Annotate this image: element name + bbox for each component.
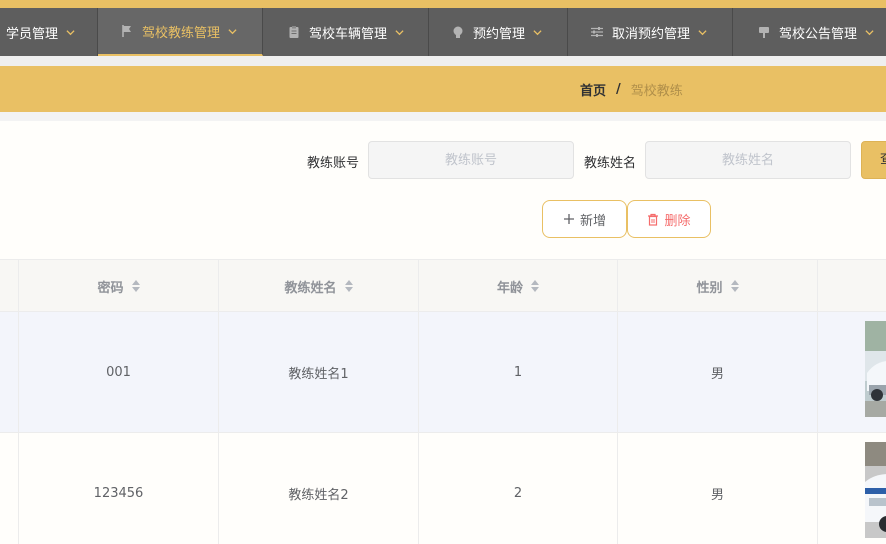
chevron-down-icon	[533, 29, 542, 35]
column-header-label: 教练姓名	[284, 280, 337, 296]
sort-icon[interactable]	[730, 280, 739, 292]
clipboard-icon	[289, 26, 299, 38]
column-header-label: 密码	[97, 280, 124, 296]
delete-button[interactable]: 删除	[627, 200, 711, 238]
chevron-down-icon	[698, 29, 707, 35]
column-header-select	[0, 260, 19, 312]
breadcrumb-bar: 首页 / 驾校教练	[0, 66, 886, 112]
coach-photo-thumbnail[interactable]	[865, 442, 886, 538]
select-cell	[0, 312, 19, 432]
flag-icon	[122, 25, 131, 37]
top-accent-strip	[0, 0, 886, 8]
delete-button-label: 删除	[664, 213, 691, 229]
age-cell: 2	[419, 433, 618, 544]
breadcrumb: 首页 / 驾校教练	[580, 66, 683, 112]
nav-item-vehicle-management[interactable]: 驾校车辆管理	[263, 8, 429, 56]
trash-icon	[648, 213, 659, 226]
breadcrumb-home-link[interactable]: 首页	[580, 80, 606, 99]
sort-icon[interactable]	[531, 280, 539, 292]
column-header-age[interactable]: 年龄	[419, 260, 618, 312]
nav-item-announcement-management[interactable]: 驾校公告管理	[733, 8, 886, 56]
add-button[interactable]: 新增	[542, 200, 627, 238]
gender-cell: 男	[618, 433, 818, 544]
nav-item-booking-management[interactable]: 预约管理	[429, 8, 568, 56]
column-header-label: 年龄	[496, 280, 523, 296]
search-button[interactable]: 查询	[861, 141, 886, 179]
chevron-down-icon	[66, 29, 75, 35]
column-header-password[interactable]: 密码	[19, 260, 219, 312]
nav-item-label: 驾校教练管理	[142, 25, 221, 41]
column-header-gender[interactable]: 性别	[618, 260, 818, 312]
nav-spacer	[0, 56, 886, 66]
table-row[interactable]: 001 教练姓名1 1 男	[0, 312, 886, 433]
nav-item-coach-management[interactable]: 驾校教练管理	[98, 8, 263, 56]
chevron-down-icon	[395, 29, 404, 35]
bulb-icon	[453, 26, 463, 38]
top-navigation: 学员管理 驾校教练管理 驾校车辆管理 预约管理 取消预约管理 驾校公告管理	[0, 8, 886, 56]
coach-name-cell: 教练姓名1	[219, 312, 419, 432]
nav-item-label: 取消预约管理	[612, 26, 691, 42]
password-cell: 123456	[19, 433, 219, 544]
sign-icon	[759, 27, 769, 38]
account-filter-label: 教练账号	[307, 156, 360, 171]
nav-item-label: 预约管理	[473, 26, 526, 42]
nav-item-cancel-booking-management[interactable]: 取消预约管理	[568, 8, 733, 56]
sort-icon[interactable]	[344, 280, 353, 292]
sort-icon[interactable]	[131, 280, 140, 292]
coach-name-cell: 教练姓名2	[219, 433, 419, 544]
add-button-label: 新增	[579, 213, 606, 229]
password-cell: 001	[19, 312, 219, 432]
name-search-input[interactable]	[645, 141, 851, 179]
nav-item-label: 驾校车辆管理	[309, 26, 388, 42]
column-header-coach-name[interactable]: 教练姓名	[219, 260, 419, 312]
chevron-down-icon	[865, 29, 874, 35]
plus-icon	[563, 214, 574, 224]
breadcrumb-separator: /	[616, 81, 621, 97]
breadcrumb-current: 驾校教练	[630, 83, 683, 99]
column-header-photo	[818, 260, 886, 312]
nav-item-student-management[interactable]: 学员管理	[0, 8, 98, 56]
name-filter-label: 教练姓名	[584, 156, 637, 171]
column-header-label: 性别	[696, 280, 723, 296]
age-cell: 1	[419, 312, 618, 432]
coach-photo-thumbnail[interactable]	[865, 321, 886, 417]
table-row[interactable]: 123456 教练姓名2 2 男	[0, 433, 886, 544]
gender-cell: 男	[618, 312, 818, 432]
account-search-input[interactable]	[368, 141, 574, 179]
chevron-down-icon	[228, 28, 237, 34]
table-header: 密码 教练姓名 年龄 性别	[0, 259, 886, 312]
sliders-icon	[591, 27, 603, 37]
nav-item-label: 学员管理	[6, 26, 59, 42]
nav-item-label: 驾校公告管理	[779, 26, 858, 42]
select-cell	[0, 433, 19, 544]
